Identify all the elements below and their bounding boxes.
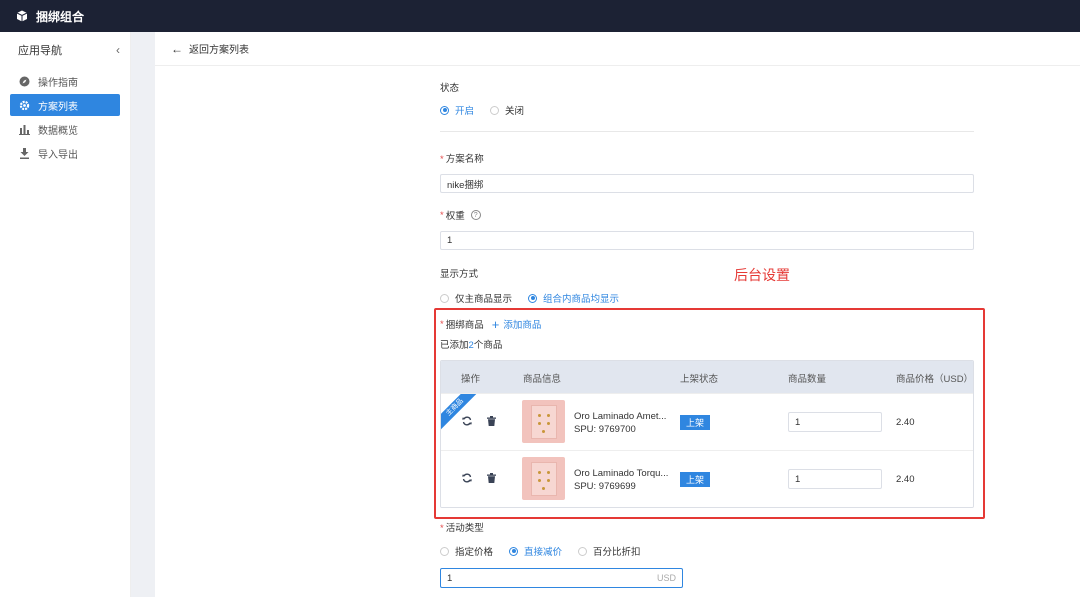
activity-label: * 活动类型 <box>440 523 484 534</box>
product-price: 2.40 <box>896 417 915 428</box>
status-option-on[interactable]: 开启 <box>440 103 474 117</box>
sidebar-item-overview[interactable]: 数据概览 <box>10 118 120 140</box>
display-label: 显示方式 <box>440 269 479 280</box>
sidebar-header: 应用导航 ‹ <box>0 32 130 68</box>
cube-icon <box>16 10 28 22</box>
radio-dot <box>528 293 538 303</box>
sidebar-title: 应用导航 <box>18 45 62 57</box>
weight-label: * 权重 ? <box>440 208 974 222</box>
arrow-left-icon: ← <box>171 41 183 56</box>
question-circle-icon[interactable]: ? <box>470 210 481 220</box>
product-thumbnail <box>522 457 565 500</box>
download-icon <box>18 147 30 159</box>
status-label: 状态 <box>440 83 460 94</box>
activity-option-percent-off[interactable]: 百分比折扣 <box>578 544 641 558</box>
table-header: 操作 商品信息 上架状态 商品数量 商品价格（USD） <box>441 361 973 393</box>
column-header: 商品信息 <box>523 374 562 385</box>
radio-dot <box>490 105 500 115</box>
back-link[interactable]: ← 返回方案列表 <box>155 32 1080 66</box>
activity-radio-group: 指定价格 直接减价 百分比折扣 <box>440 544 980 558</box>
name-label: * 方案名称 <box>440 154 484 165</box>
product-spu: SPU: 9769700 <box>574 424 636 435</box>
sidebar-item-label: 导入导出 <box>38 149 78 161</box>
trash-icon[interactable] <box>485 472 497 484</box>
display-radio-group: 仅主商品显示 组合内商品均显示 <box>440 291 635 305</box>
discount-value: 1 <box>447 572 453 584</box>
status-badge: 上架 <box>680 415 711 430</box>
status-section: 状态 开启 关闭 <box>440 80 540 117</box>
row-actions <box>461 472 497 484</box>
table-row: Oro Laminado Torqu... SPU: 9769699 上架 1 … <box>441 450 973 507</box>
product-spu: SPU: 9769699 <box>574 481 636 492</box>
product-name: Oro Laminado Amet... <box>574 411 667 422</box>
name-section: * 方案名称 nike捆绑 <box>440 151 974 193</box>
sidebar: 应用导航 ‹ 操作指南 方案列表 数据概览 导入导出 <box>0 32 131 597</box>
bar-chart-icon <box>18 123 30 135</box>
currency-unit: USD <box>656 573 676 583</box>
status-badge: 上架 <box>680 472 711 487</box>
discount-amount-input[interactable]: 1 USD <box>440 568 683 588</box>
sidebar-item-label: 方案列表 <box>38 101 78 113</box>
trash-icon[interactable] <box>485 415 497 427</box>
plus-icon: + <box>491 316 500 332</box>
bundle-header: * 捆绑商品 + 添加商品 <box>440 316 542 332</box>
main-product-tag: 主商品 <box>441 394 481 434</box>
radio-dot <box>509 546 519 556</box>
bundle-section: * 捆绑商品 + 添加商品 已添加2个商品 操作 商品信息 上架状态 商品数量 商… <box>440 317 975 508</box>
activity-section: * 活动类型 指定价格 直接减价 百分比折扣 1 USD <box>440 520 980 588</box>
column-header: 商品数量 <box>788 374 827 385</box>
column-header: 操作 <box>461 374 481 385</box>
app-title: 捆绑组合 <box>36 9 85 24</box>
display-option-all[interactable]: 组合内商品均显示 <box>528 291 619 305</box>
column-header: 商品价格（USD） <box>896 374 974 385</box>
column-header: 上架状态 <box>680 374 719 385</box>
radio-dot <box>440 105 449 115</box>
display-option-main-only[interactable]: 仅主商品显示 <box>440 291 512 305</box>
top-bar: 捆绑组合 <box>0 0 1080 32</box>
compass-icon <box>18 75 30 87</box>
quantity-input[interactable]: 1 <box>788 412 882 432</box>
weight-input[interactable]: 1 <box>440 231 974 250</box>
sidebar-item-guide[interactable]: 操作指南 <box>10 70 120 92</box>
product-thumbnail <box>522 400 565 443</box>
bundle-label: 捆绑商品 <box>445 320 484 331</box>
gear-icon <box>18 99 30 111</box>
product-count: 已添加2个商品 <box>440 340 503 351</box>
sidebar-item-import-export[interactable]: 导入导出 <box>10 142 120 164</box>
swap-icon[interactable] <box>461 472 473 484</box>
products-table: 操作 商品信息 上架状态 商品数量 商品价格（USD） 主商品 Oro Lami… <box>440 360 974 508</box>
status-radio-group: 开启 关闭 <box>440 103 540 117</box>
activity-option-fixed-price[interactable]: 指定价格 <box>440 544 493 558</box>
activity-option-direct-discount[interactable]: 直接减价 <box>509 544 562 558</box>
quantity-input[interactable]: 1 <box>788 469 882 489</box>
weight-section: * 权重 ? 1 <box>440 208 974 250</box>
product-price: 2.40 <box>896 474 915 485</box>
display-section: 显示方式 仅主商品显示 组合内商品均显示 <box>440 266 635 305</box>
content-gutter <box>131 32 155 597</box>
sidebar-item-label: 操作指南 <box>38 77 78 89</box>
sidebar-item-label: 数据概览 <box>38 125 78 137</box>
chevron-left-icon[interactable]: ‹ <box>116 43 120 57</box>
swap-icon[interactable] <box>461 415 473 427</box>
radio-dot <box>440 293 449 303</box>
product-name: Oro Laminado Torqu... <box>574 468 669 479</box>
plan-name-input[interactable]: nike捆绑 <box>440 174 974 193</box>
status-option-off[interactable]: 关闭 <box>490 103 524 117</box>
add-product-button[interactable]: + 添加商品 <box>491 316 542 332</box>
annotation-text: 后台设置 <box>734 268 790 284</box>
radio-dot <box>578 546 588 556</box>
back-label: 返回方案列表 <box>189 45 249 56</box>
table-row: 主商品 Oro Laminado Amet... SPU: 9769700 上架… <box>441 393 973 450</box>
row-actions <box>461 415 497 427</box>
section-divider <box>440 131 974 132</box>
radio-dot <box>440 546 449 556</box>
sidebar-item-plans[interactable]: 方案列表 <box>10 94 120 116</box>
